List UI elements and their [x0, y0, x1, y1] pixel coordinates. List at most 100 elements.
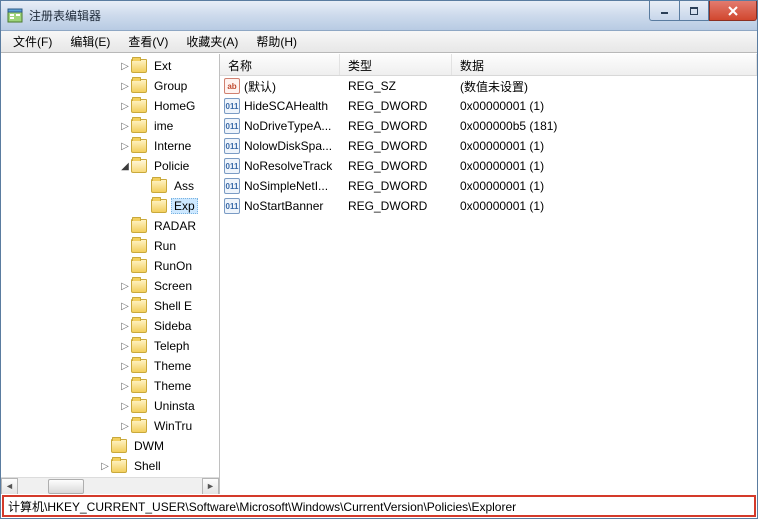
- tree-item[interactable]: ▷ Interne: [1, 136, 199, 156]
- tree-item[interactable]: ▷ Ext: [1, 56, 199, 76]
- values-list[interactable]: ab(默认)REG_SZ(数值未设置)011HideSCAHealthREG_D…: [220, 76, 757, 216]
- values-header[interactable]: 名称 类型 数据: [220, 54, 757, 76]
- maximize-button[interactable]: [679, 1, 709, 21]
- tree-item[interactable]: ▷ Group: [1, 76, 199, 96]
- minimize-button[interactable]: [649, 1, 679, 21]
- tree-item[interactable]: ▷ Theme: [1, 376, 199, 396]
- dword-value-icon: 011: [224, 138, 240, 154]
- column-data[interactable]: 数据: [452, 54, 757, 75]
- folder-icon: [151, 199, 167, 213]
- dword-value-icon: 011: [224, 118, 240, 134]
- menu-file[interactable]: 文件(F): [5, 31, 60, 52]
- tree-item-label[interactable]: Exp: [171, 198, 198, 214]
- tree-item-label[interactable]: ime: [151, 118, 176, 134]
- menu-edit[interactable]: 编辑(E): [62, 31, 118, 52]
- tree-item[interactable]: ▷ Shell: [1, 456, 199, 476]
- expand-icon[interactable]: ▷: [119, 421, 131, 432]
- tree-item-label[interactable]: Policie: [151, 158, 192, 174]
- tree-item[interactable]: ▷ Teleph: [1, 336, 199, 356]
- scroll-track[interactable]: [18, 478, 202, 495]
- expand-icon[interactable]: ▷: [119, 381, 131, 392]
- tree-item-label[interactable]: Teleph: [151, 338, 192, 354]
- value-row[interactable]: 011NoSimpleNetI...REG_DWORD0x00000001 (1…: [220, 176, 757, 196]
- expand-icon[interactable]: ▷: [119, 321, 131, 332]
- expand-icon[interactable]: ▷: [119, 121, 131, 132]
- tree-item[interactable]: ▷ Theme: [1, 356, 199, 376]
- value-type: REG_SZ: [340, 79, 452, 93]
- tree-item[interactable]: ▷ HomeG: [1, 96, 199, 116]
- column-name[interactable]: 名称: [220, 54, 340, 75]
- expand-icon[interactable]: ▷: [119, 281, 131, 292]
- expand-icon[interactable]: ▷: [99, 461, 111, 472]
- tree-item[interactable]: ▷ Shell E: [1, 296, 199, 316]
- value-row[interactable]: 011NolowDiskSpa...REG_DWORD0x00000001 (1…: [220, 136, 757, 156]
- tree-item-label[interactable]: Ext: [151, 58, 174, 74]
- value-name: NolowDiskSpa...: [244, 139, 332, 153]
- expand-icon[interactable]: ▷: [119, 61, 131, 72]
- tree-item[interactable]: DWM: [1, 436, 199, 456]
- values-pane: 名称 类型 数据 ab(默认)REG_SZ(数值未设置)011HideSCAHe…: [220, 54, 757, 494]
- collapse-icon[interactable]: ◢: [119, 161, 131, 172]
- tree-item-label[interactable]: Sideba: [151, 318, 194, 334]
- value-data: 0x00000001 (1): [452, 179, 757, 193]
- tree-item[interactable]: Exp: [1, 196, 199, 216]
- value-row[interactable]: 011NoResolveTrackREG_DWORD0x00000001 (1): [220, 156, 757, 176]
- tree-item-label[interactable]: Interne: [151, 138, 194, 154]
- tree-item[interactable]: Ass: [1, 176, 199, 196]
- tree-item-label[interactable]: Uninsta: [151, 398, 198, 414]
- expand-icon[interactable]: ▷: [119, 141, 131, 152]
- titlebar[interactable]: 注册表编辑器: [1, 1, 757, 31]
- tree-item[interactable]: RunOn: [1, 256, 199, 276]
- folder-icon: [131, 419, 147, 433]
- value-row[interactable]: 011HideSCAHealthREG_DWORD0x00000001 (1): [220, 96, 757, 116]
- value-name: HideSCAHealth: [244, 99, 328, 113]
- window-title: 注册表编辑器: [29, 7, 101, 24]
- tree-item-label[interactable]: RunOn: [151, 258, 195, 274]
- tree-item-label[interactable]: DWM: [131, 438, 167, 454]
- registry-tree[interactable]: ▷ Ext ▷ Group ▷ HomeG ▷ ime ▷ Interne ◢ Policie Ass E…: [1, 54, 199, 476]
- folder-icon: [131, 79, 147, 93]
- expand-icon[interactable]: ▷: [119, 401, 131, 412]
- folder-icon: [111, 459, 127, 473]
- expand-icon[interactable]: ▷: [119, 341, 131, 352]
- tree-item-label[interactable]: Screen: [151, 278, 195, 294]
- tree-item[interactable]: ▷ Uninsta: [1, 396, 199, 416]
- tree-item[interactable]: ▷ Sideba: [1, 316, 199, 336]
- tree-item-label[interactable]: Run: [151, 238, 179, 254]
- expand-icon[interactable]: ▷: [119, 101, 131, 112]
- tree-item[interactable]: ▷ WinTru: [1, 416, 199, 436]
- value-row[interactable]: ab(默认)REG_SZ(数值未设置): [220, 76, 757, 96]
- tree-item[interactable]: ◢ Policie: [1, 156, 199, 176]
- tree-item-label[interactable]: Shell: [131, 458, 164, 474]
- tree-item-label[interactable]: Ass: [171, 178, 197, 194]
- folder-icon: [131, 99, 147, 113]
- folder-icon: [131, 399, 147, 413]
- expand-icon[interactable]: ▷: [119, 301, 131, 312]
- tree-item[interactable]: RADAR: [1, 216, 199, 236]
- tree-item-label[interactable]: WinTru: [151, 418, 195, 434]
- tree-item[interactable]: Run: [1, 236, 199, 256]
- scroll-right-button[interactable]: ►: [202, 478, 219, 495]
- value-data: 0x00000001 (1): [452, 139, 757, 153]
- tree-item-label[interactable]: HomeG: [151, 98, 198, 114]
- column-type[interactable]: 类型: [340, 54, 452, 75]
- scroll-thumb[interactable]: [48, 479, 84, 494]
- tree-item-label[interactable]: Theme: [151, 378, 194, 394]
- expand-icon[interactable]: ▷: [119, 81, 131, 92]
- close-button[interactable]: [709, 1, 757, 21]
- tree-item-label[interactable]: Group: [151, 78, 190, 94]
- folder-icon: [131, 159, 147, 173]
- tree-item[interactable]: ▷ Screen: [1, 276, 199, 296]
- tree-item-label[interactable]: RADAR: [151, 218, 199, 234]
- scroll-left-button[interactable]: ◄: [1, 478, 18, 495]
- tree-horizontal-scrollbar[interactable]: ◄ ►: [1, 477, 219, 494]
- tree-item[interactable]: ▷ ime: [1, 116, 199, 136]
- menu-help[interactable]: 帮助(H): [248, 31, 305, 52]
- menu-favorites[interactable]: 收藏夹(A): [178, 31, 246, 52]
- menu-view[interactable]: 查看(V): [120, 31, 176, 52]
- value-row[interactable]: 011NoDriveTypeA...REG_DWORD0x000000b5 (1…: [220, 116, 757, 136]
- value-row[interactable]: 011NoStartBannerREG_DWORD0x00000001 (1): [220, 196, 757, 216]
- tree-item-label[interactable]: Theme: [151, 358, 194, 374]
- tree-item-label[interactable]: Shell E: [151, 298, 195, 314]
- expand-icon[interactable]: ▷: [119, 361, 131, 372]
